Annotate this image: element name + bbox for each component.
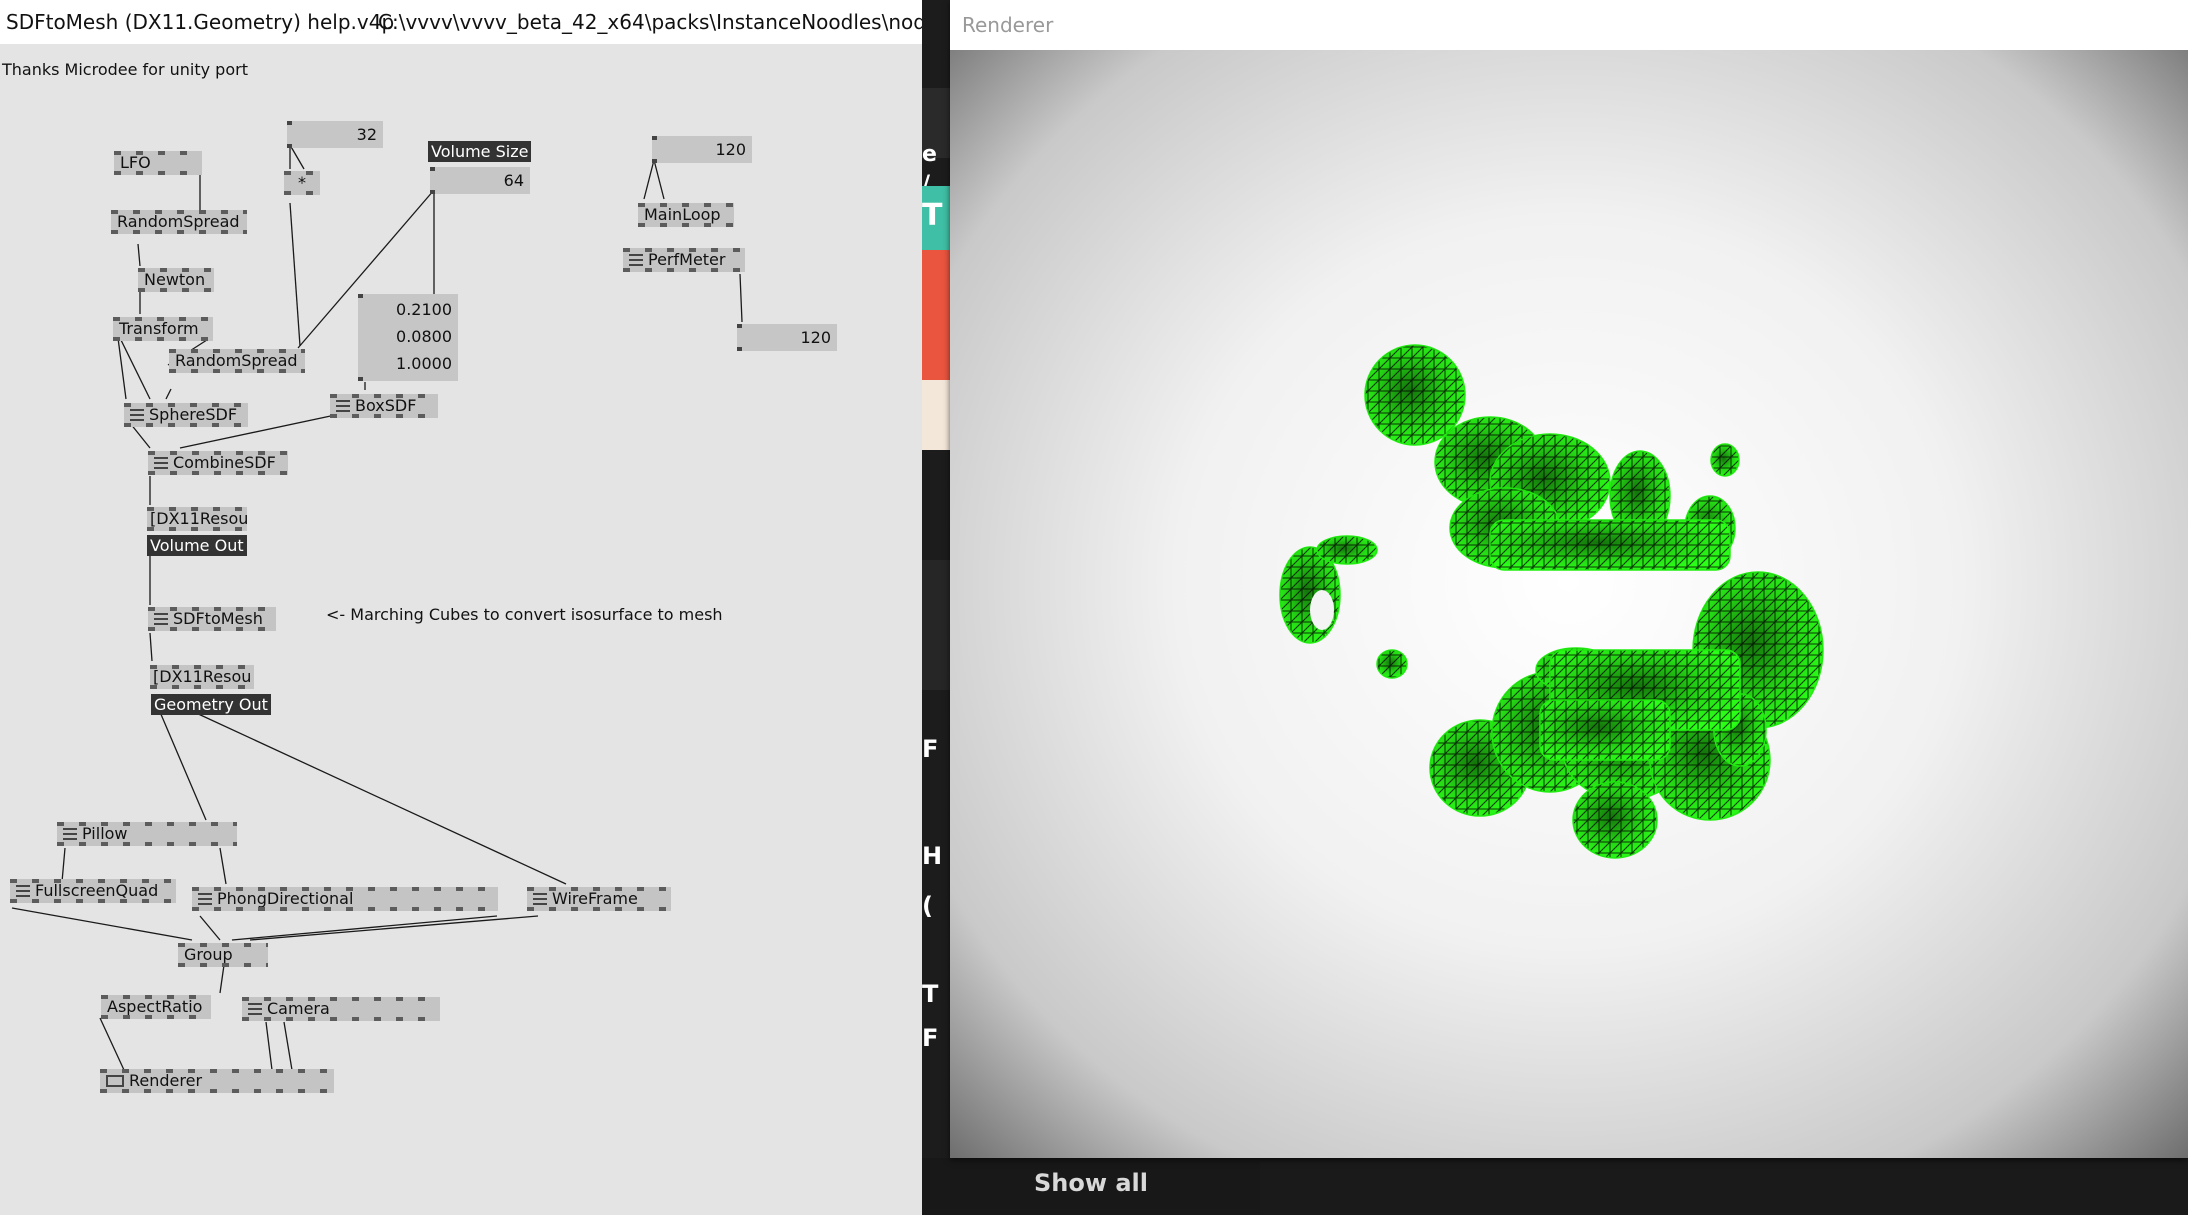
box-sdf-node[interactable]: BoxSDF bbox=[330, 394, 438, 418]
phong-directional-label: PhongDirectional bbox=[217, 889, 354, 908]
sphere-sdf-node[interactable]: SphereSDF bbox=[124, 403, 248, 427]
sdf-to-mesh-label: SDFtoMesh bbox=[173, 609, 263, 628]
main-loop-node[interactable]: MainLoop bbox=[638, 203, 734, 227]
lfo-node[interactable]: LFO bbox=[114, 151, 202, 175]
renderer-window-icon bbox=[106, 1075, 124, 1087]
transform-node[interactable]: Transform bbox=[113, 317, 213, 341]
geometry-out-label: Geometry Out bbox=[151, 694, 271, 715]
node-menu-icon bbox=[16, 885, 30, 897]
node-menu-icon bbox=[63, 828, 77, 840]
mesh-blob-shading bbox=[1711, 444, 1739, 476]
bg-glyph: T bbox=[922, 186, 952, 250]
group-node[interactable]: Group bbox=[178, 943, 268, 967]
combine-sdf-node[interactable]: CombineSDF bbox=[148, 451, 288, 475]
mesh-ring-hole bbox=[1310, 590, 1334, 630]
dx11-resource-node-2[interactable]: [DX11Resou bbox=[150, 665, 254, 689]
mesh-blob-shading bbox=[1573, 782, 1657, 858]
fullscreen-quad-label: FullscreenQuad bbox=[35, 881, 159, 900]
mesh-blob-shading bbox=[1377, 650, 1407, 678]
box-sdf-label: BoxSDF bbox=[355, 396, 417, 415]
wireframe-node[interactable]: WireFrame bbox=[527, 887, 671, 911]
bg-glyph: F bbox=[922, 1024, 939, 1052]
box-size-iobox[interactable]: 0.2100 0.0800 1.0000 bbox=[358, 294, 458, 381]
volume-out-label: Volume Out bbox=[147, 535, 247, 556]
count-iobox[interactable]: 32 bbox=[287, 121, 383, 148]
camera-label: Camera bbox=[267, 999, 330, 1018]
bg-glyph: H bbox=[922, 842, 943, 870]
wireframe-mesh bbox=[1279, 344, 1824, 859]
node-menu-icon bbox=[154, 457, 168, 469]
node-menu-icon bbox=[154, 613, 168, 625]
sphere-sdf-label: SphereSDF bbox=[149, 405, 238, 424]
mainloop-fps-iobox[interactable]: 120 bbox=[652, 136, 752, 163]
show-all-button[interactable]: Show all bbox=[922, 1158, 1260, 1215]
volume-size-iobox[interactable]: 64 bbox=[430, 167, 530, 194]
pillow-label: Pillow bbox=[82, 824, 128, 843]
box-size-x[interactable]: 0.2100 bbox=[358, 296, 452, 323]
mesh-blob-shading bbox=[1540, 700, 1670, 760]
renderer-title: Renderer bbox=[962, 13, 1054, 37]
mesh-blob-shading bbox=[1490, 520, 1730, 570]
random-spread-node-1[interactable]: RandomSpread bbox=[111, 210, 247, 234]
node-menu-icon bbox=[198, 893, 212, 905]
credit-comment: Thanks Microdee for unity port bbox=[2, 60, 248, 79]
pillow-node[interactable]: Pillow bbox=[57, 822, 237, 846]
node-menu-icon bbox=[130, 409, 144, 421]
multiply-node[interactable]: * bbox=[284, 171, 320, 195]
bg-glyph: e / bbox=[922, 142, 937, 197]
renderer-node-label: Renderer bbox=[129, 1071, 203, 1090]
node-menu-icon bbox=[336, 400, 350, 412]
renderer-window[interactable]: Renderer bbox=[950, 0, 2188, 1158]
node-menu-icon bbox=[248, 1003, 262, 1015]
patch-window[interactable]: SDFtoMesh (DX11.Geometry) help.v4p C:\vv… bbox=[0, 0, 922, 1215]
sdf-to-mesh-node[interactable]: SDFtoMesh bbox=[148, 607, 276, 631]
render-viewport[interactable] bbox=[950, 50, 2188, 1158]
node-menu-icon bbox=[629, 254, 643, 266]
wireframe-label: WireFrame bbox=[552, 889, 638, 908]
bg-glyph: ( bbox=[922, 892, 933, 920]
camera-node[interactable]: Camera bbox=[242, 997, 440, 1021]
aspect-ratio-node[interactable]: AspectRatio bbox=[101, 995, 211, 1019]
mesh-blob-shading bbox=[1317, 536, 1377, 564]
box-size-z[interactable]: 1.0000 bbox=[358, 350, 452, 377]
perf-meter-node[interactable]: PerfMeter bbox=[623, 248, 745, 272]
dx11-resource-node-1[interactable]: [DX11Resou bbox=[147, 507, 248, 531]
renderer-node[interactable]: Renderer bbox=[100, 1069, 334, 1093]
combine-sdf-label: CombineSDF bbox=[173, 453, 276, 472]
perf-fps-iobox[interactable]: 120 bbox=[737, 324, 837, 351]
newton-node[interactable]: Newton bbox=[138, 268, 214, 292]
fullscreen-quad-node[interactable]: FullscreenQuad bbox=[10, 879, 176, 903]
node-menu-icon bbox=[533, 893, 547, 905]
sdf-blob-group bbox=[1279, 344, 1824, 859]
bg-glyph: F bbox=[922, 735, 939, 763]
mesh-blob-shading bbox=[1365, 345, 1465, 445]
box-size-y[interactable]: 0.0800 bbox=[358, 323, 452, 350]
volume-size-label: Volume Size bbox=[428, 141, 532, 162]
marching-cubes-comment: <- Marching Cubes to convert isosurface … bbox=[326, 605, 723, 624]
perf-meter-label: PerfMeter bbox=[648, 250, 726, 269]
bg-glyph: T bbox=[922, 980, 939, 1008]
random-spread-node-2[interactable]: RandomSpread bbox=[169, 349, 305, 373]
phong-directional-node[interactable]: PhongDirectional bbox=[192, 887, 498, 911]
background-app-strip: e / T F H ( T F bbox=[922, 0, 952, 1215]
